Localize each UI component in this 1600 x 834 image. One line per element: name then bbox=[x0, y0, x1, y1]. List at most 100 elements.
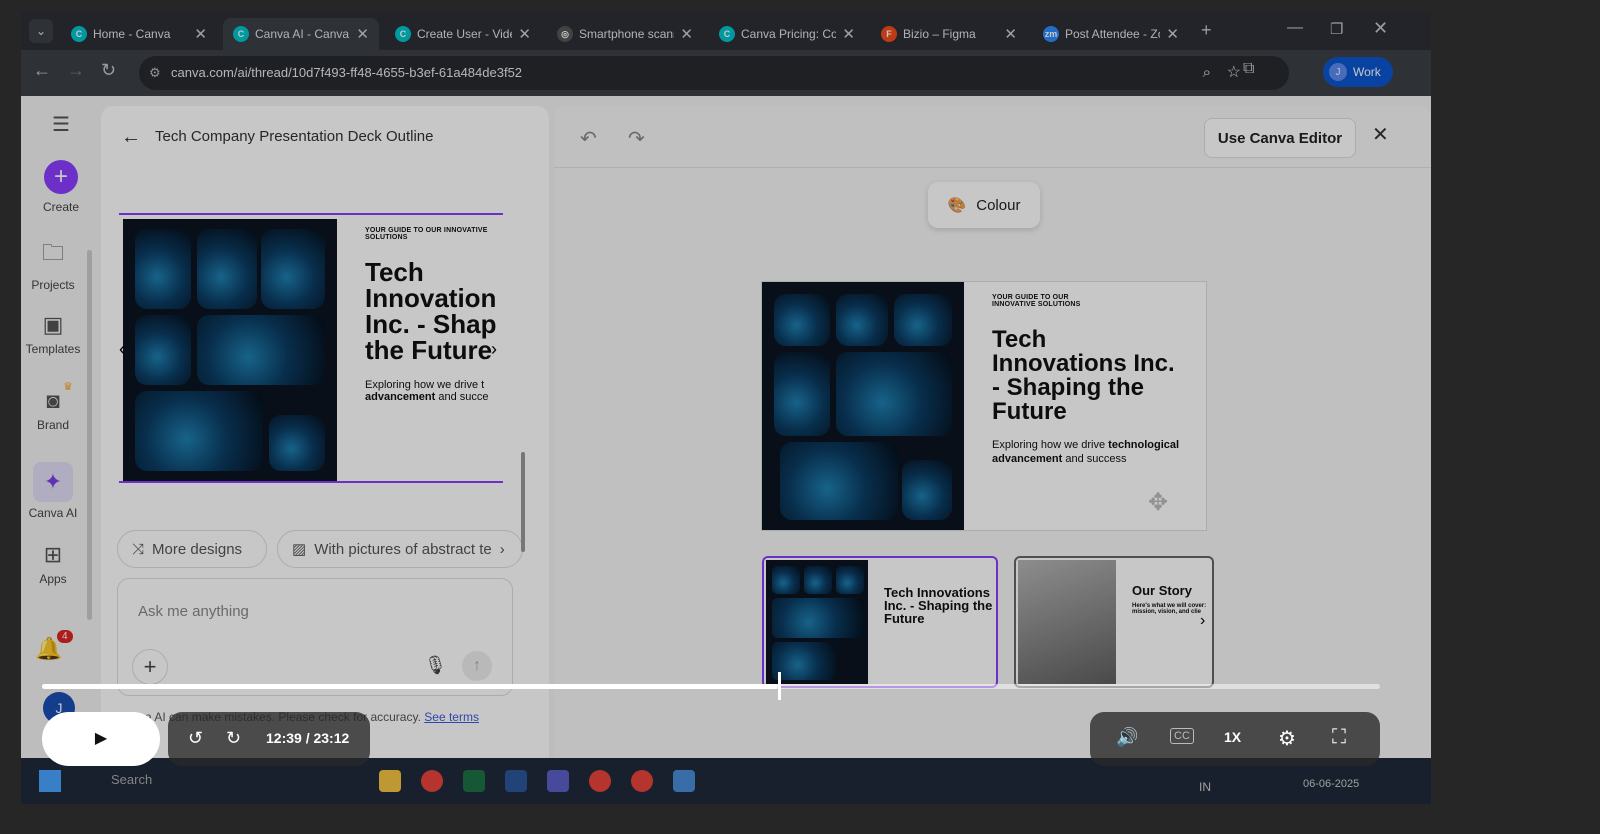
rewind-10-icon[interactable]: ↺ bbox=[188, 728, 203, 749]
suggestion-chip[interactable]: ▨ With pictures of abstract te › bbox=[277, 530, 523, 568]
crown-icon: ♛ bbox=[63, 381, 73, 393]
minimize-button[interactable]: — bbox=[1287, 19, 1303, 37]
undo-icon[interactable]: ↶ bbox=[580, 126, 597, 151]
browser-tab[interactable]: C Create User - Videc ✕ bbox=[385, 18, 541, 50]
thumbnail-2[interactable]: Our Story Here's what we will cover: mis… bbox=[1014, 556, 1214, 688]
chrome-profile-icon[interactable] bbox=[589, 770, 611, 792]
tab-close-icon[interactable]: ✕ bbox=[518, 25, 531, 43]
chat-slide-preview[interactable]: YOUR GUIDE TO OUR INNOVATIVE SOLUTIONS T… bbox=[119, 213, 503, 483]
forward-button[interactable]: → bbox=[67, 60, 85, 81]
move-handle-icon[interactable]: ✥ bbox=[1148, 488, 1168, 517]
captions-icon[interactable]: CC bbox=[1170, 728, 1194, 744]
forward-10-icon[interactable]: ↻ bbox=[226, 728, 241, 749]
back-arrow-icon[interactable]: ← bbox=[121, 126, 141, 149]
tab-close-icon[interactable]: ✕ bbox=[1166, 25, 1179, 43]
site-info-icon[interactable]: ⚙ bbox=[149, 56, 161, 90]
browser-tab[interactable]: ◎ Smartphone scann ✕ bbox=[547, 18, 703, 50]
word-icon[interactable] bbox=[505, 770, 527, 792]
prompt-input[interactable]: Ask me anything bbox=[138, 603, 249, 620]
body-end: and succe bbox=[435, 391, 489, 403]
chrome-profile-2-icon[interactable] bbox=[631, 770, 653, 792]
chat-scrollbar[interactable] bbox=[521, 176, 525, 556]
taskbar-date: 06-06-2025 bbox=[1303, 778, 1360, 790]
chevron-down-icon: ⌄ bbox=[35, 24, 47, 38]
fullscreen-icon[interactable]: ⛶ bbox=[1332, 726, 1346, 749]
slide-prev-icon[interactable]: ‹ bbox=[119, 339, 125, 360]
close-icon[interactable]: ✕ bbox=[1372, 122, 1389, 147]
use-canva-editor-button[interactable]: Use Canva Editor bbox=[1204, 118, 1356, 158]
play-button[interactable]: ▶ bbox=[42, 712, 160, 766]
suggestion-label: With pictures of abstract te bbox=[314, 540, 492, 558]
tab-title: Smartphone scann bbox=[579, 27, 675, 41]
file-explorer-icon[interactable] bbox=[379, 770, 401, 792]
tab-close-icon[interactable]: ✕ bbox=[680, 25, 693, 43]
create-button[interactable]: + Create bbox=[21, 160, 101, 214]
taskbar-search[interactable]: Search bbox=[111, 772, 152, 787]
notifications-button[interactable]: 🔔 4 bbox=[21, 630, 89, 666]
rail-apps[interactable]: ⊞ Apps bbox=[21, 542, 93, 586]
tab-close-icon[interactable]: ✕ bbox=[194, 25, 207, 43]
close-window-button[interactable]: ✕ bbox=[1373, 18, 1388, 39]
excel-icon[interactable] bbox=[463, 770, 485, 792]
chevron-right-icon: › bbox=[499, 540, 505, 558]
reload-button[interactable]: ↻ bbox=[101, 60, 116, 81]
shuffle-icon: ⤨ bbox=[132, 540, 145, 558]
tab-close-icon[interactable]: ✕ bbox=[1004, 25, 1017, 43]
bell-icon: 🔔 bbox=[35, 636, 63, 661]
url-field[interactable]: ⚙ canva.com/ai/thread/10d7f493-ff48-4655… bbox=[139, 56, 1289, 90]
rail-projects[interactable]: 🗀 Projects bbox=[21, 236, 93, 292]
tab-close-icon[interactable]: ✕ bbox=[842, 25, 855, 43]
rail-templates[interactable]: ▣ Templates bbox=[21, 312, 93, 356]
thumbnails-next-icon[interactable]: › bbox=[1200, 612, 1205, 630]
apps-grid-icon: ⊞ bbox=[43, 542, 63, 567]
sparkle-icon: ✦ bbox=[33, 462, 73, 502]
chat-slide-text: YOUR GUIDE TO OUR INNOVATIVE SOLUTIONS T… bbox=[365, 227, 503, 403]
notepad-icon[interactable] bbox=[673, 770, 695, 792]
thumb2-text: Our Story Here's what we will cover: mis… bbox=[1132, 583, 1212, 615]
profile-button[interactable]: J Work bbox=[1323, 57, 1393, 87]
teams-icon[interactable] bbox=[547, 770, 569, 792]
tab-search-dropdown[interactable]: ⌄ bbox=[29, 19, 53, 43]
bookmark-star-icon[interactable]: ☆ bbox=[1227, 56, 1241, 90]
playback-speed[interactable]: 1X bbox=[1224, 729, 1241, 745]
windows-start-icon[interactable] bbox=[39, 770, 61, 792]
hamburger-menu-icon[interactable]: ☰ bbox=[21, 112, 101, 137]
thumb2-title: Our Story bbox=[1132, 583, 1192, 598]
rail-canva-ai[interactable]: ✦ Canva AI bbox=[21, 462, 93, 520]
add-attachment-button[interactable]: + bbox=[132, 649, 168, 685]
new-tab-button[interactable]: + bbox=[1201, 20, 1212, 41]
rail-scrollbar[interactable] bbox=[87, 250, 92, 620]
send-button[interactable]: ↑ bbox=[462, 651, 492, 681]
settings-gear-icon[interactable]: ⚙ bbox=[1278, 726, 1296, 751]
main-slide[interactable]: YOUR GUIDE TO OUR INNOVATIVE SOLUTIONS T… bbox=[761, 281, 1207, 531]
main-eyebrow: YOUR GUIDE TO OUR INNOVATIVE SOLUTIONS bbox=[992, 294, 1081, 308]
video-scrubber[interactable] bbox=[777, 672, 781, 700]
browser-tab[interactable]: C Canva Pricing: Com ✕ bbox=[709, 18, 865, 50]
main-body-end: and success bbox=[1062, 453, 1127, 465]
zoom-icon[interactable]: ⌕ bbox=[1203, 56, 1211, 90]
tab-title: Canva Pricing: Com bbox=[741, 27, 837, 41]
back-button[interactable]: ← bbox=[33, 60, 51, 81]
create-label: Create bbox=[42, 200, 80, 214]
thumbnail-1[interactable]: Tech Innovations Inc. - Shaping the Futu… bbox=[762, 556, 998, 688]
tab-close-icon[interactable]: ✕ bbox=[356, 25, 369, 43]
extensions-icon[interactable]: ⧉ bbox=[1243, 60, 1254, 78]
see-terms-link[interactable]: See terms bbox=[424, 710, 479, 724]
browser-tab[interactable]: zm Post Attendee - Zo ✕ bbox=[1033, 18, 1189, 50]
microphone-icon[interactable]: 🎙 bbox=[424, 655, 447, 676]
restore-button[interactable]: ❐ bbox=[1330, 20, 1343, 38]
browser-tab[interactable]: C Home - Canva ✕ bbox=[61, 18, 217, 50]
preview-toolbar: ↶ ↷ Use Canva Editor ✕ bbox=[554, 106, 1431, 168]
browser-tab[interactable]: F Bizio – Figma ✕ bbox=[871, 18, 1027, 50]
rail-brand[interactable]: ◙ Brand ♛ bbox=[21, 381, 93, 432]
chrome-icon[interactable] bbox=[421, 770, 443, 792]
more-designs-button[interactable]: ⤨ More designs bbox=[117, 530, 267, 568]
colour-button[interactable]: 🎨 Colour bbox=[928, 182, 1040, 228]
redo-icon[interactable]: ↷ bbox=[628, 126, 645, 151]
slide-next-icon[interactable]: › bbox=[491, 339, 497, 360]
video-progress-track[interactable] bbox=[42, 684, 1380, 689]
team-photo bbox=[1018, 560, 1116, 684]
browser-tab[interactable]: C Canva AI - Canva ✕ bbox=[223, 18, 379, 50]
video-progress-fill bbox=[42, 684, 778, 689]
volume-icon[interactable]: 🔊 bbox=[1116, 727, 1138, 748]
